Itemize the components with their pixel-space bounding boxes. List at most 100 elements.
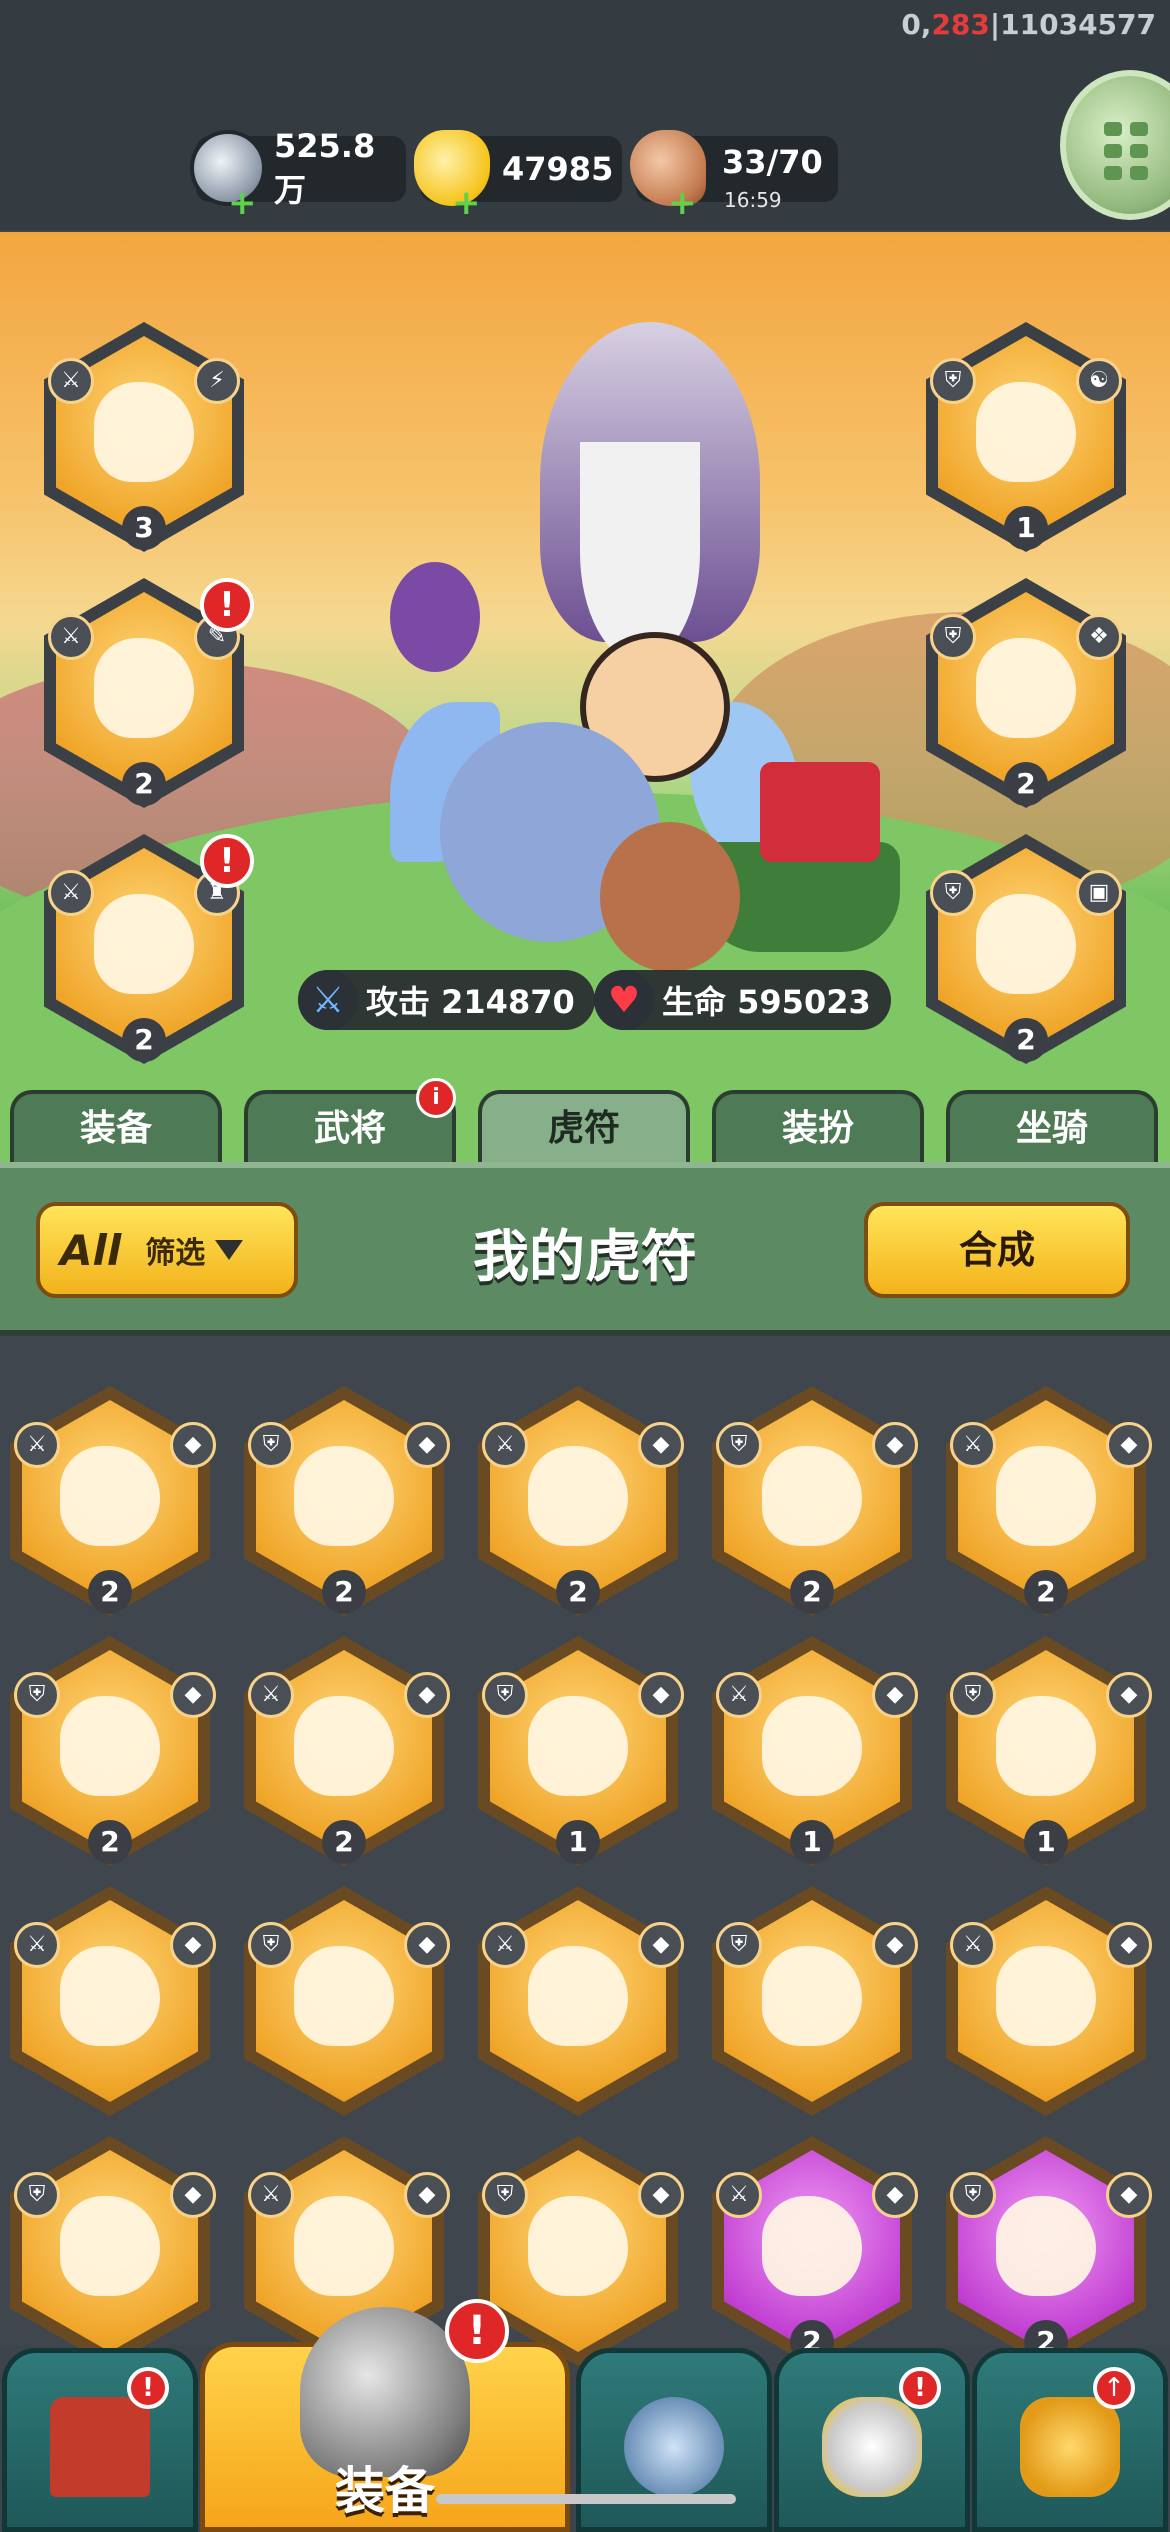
tally-item[interactable]: ⛨ ◆ 2 <box>10 1636 220 1876</box>
stamina-resource[interactable]: + 33/70 16:59 <box>630 130 838 220</box>
equipped-tally-slot[interactable]: ⛨ ❖ 2 <box>926 578 1126 808</box>
scroll-icon: ❖ <box>1076 614 1122 660</box>
home-indicator[interactable] <box>436 2494 736 2504</box>
hp-stat: ♥ 生命 595023 <box>594 970 891 1030</box>
shield-icon: ⛨ <box>14 1672 60 1718</box>
sword-icon: ⚔ <box>14 1422 60 1468</box>
nav-equipment-label: 装备 <box>335 2462 435 2520</box>
sword-icon: ⚔ <box>48 614 94 660</box>
beast-emblem-icon <box>762 1446 862 1546</box>
equipped-tally-slot[interactable]: ⛨ ▣ 2 <box>926 834 1126 1064</box>
tally-item[interactable]: ⛨ ◆ <box>244 1886 454 2126</box>
sword-icon: ⚔ <box>482 1922 528 1968</box>
tally-item[interactable]: ⛨ ◆ 2 <box>946 2136 1156 2376</box>
sword-icon: ⚔ <box>248 1672 294 1718</box>
shield-icon: ⛨ <box>716 1422 762 1468</box>
sword-icon: ⚔ <box>482 1422 528 1468</box>
tally-item[interactable]: ⛨ ◆ 1 <box>946 1636 1156 1876</box>
tally-item[interactable]: ⚔ ◆ <box>478 1886 688 2126</box>
alert-badge: ! <box>200 578 254 632</box>
tab-tiger-tally[interactable]: 虎符 <box>478 1090 690 1170</box>
filter-dropdown[interactable]: All 筛选 <box>36 1202 298 1298</box>
tab-outfit[interactable]: 装扮 <box>712 1090 924 1170</box>
tally-item[interactable]: ⚔ ◆ 2 <box>946 1386 1156 1626</box>
beast-emblem-icon <box>528 1696 628 1796</box>
gold-value: 47985 <box>502 150 614 188</box>
tab-mount[interactable]: 坐骑 <box>946 1090 1158 1170</box>
tally-level: 3 <box>122 506 166 550</box>
gem-icon: ◆ <box>872 1422 918 1468</box>
shield-icon: ⛨ <box>716 1922 762 1968</box>
tally-item[interactable]: ⛨ ◆ 2 <box>712 1386 922 1626</box>
tab-equipment[interactable]: 装备 <box>10 1090 222 1170</box>
gem-icon: ◆ <box>872 1672 918 1718</box>
tally-item[interactable]: ⚔ ◆ 1 <box>712 1636 922 1876</box>
tally-item[interactable]: ⚔ ◆ 2 <box>10 1386 220 1626</box>
tally-item[interactable]: ⛨ ◆ <box>478 2136 688 2376</box>
stamina-timer: 16:59 <box>724 188 782 212</box>
heart-icon: ♥ <box>594 970 654 1030</box>
gold-resource[interactable]: + 47985 <box>414 130 622 220</box>
hero-characters[interactable] <box>380 322 920 982</box>
upgrade-arrow-icon: ↑ <box>1093 2367 1135 2409</box>
equipped-tally-slot[interactable]: ⛨ ☯ 1 <box>926 322 1126 552</box>
tally-item[interactable]: ⚔ ◆ <box>10 1886 220 2126</box>
hero-scene: ⚔ ⚡ 3 ⚔ ✎ 2 ! ⚔ ♜ 2 ! ⛨ ☯ 1 ⛨ ❖ 2 ⛨ ▣ 2 <box>0 232 1170 1162</box>
grid-menu-button[interactable] <box>1060 70 1170 220</box>
beast-emblem-icon <box>996 1446 1096 1546</box>
panel-header: All 筛选 我的虎符 合成 <box>0 1162 1170 1336</box>
silver-resource[interactable]: + 525.8万 <box>190 127 406 220</box>
plus-icon[interactable]: + <box>452 186 481 220</box>
plus-icon[interactable]: + <box>668 186 697 220</box>
page-title: 我的虎符 <box>473 1225 697 1290</box>
tally-item[interactable]: ⛨ ◆ <box>712 1886 922 2126</box>
dragon-emblem-icon <box>94 638 194 738</box>
reindeer-pet <box>600 822 740 972</box>
beast-emblem-icon <box>528 2196 628 2296</box>
nav-events[interactable]: ! <box>774 2348 970 2532</box>
stamina-value: 33/70 <box>722 143 823 181</box>
filter-label: 筛选 <box>145 1236 206 1271</box>
tally-item[interactable]: ⚔ ◆ 2 <box>478 1386 688 1626</box>
alert-badge: ! <box>899 2367 941 2409</box>
bottom-nav: ! 装备 ! ! ↑ <box>0 2299 1170 2532</box>
tab-label: 武将 <box>313 1108 386 1149</box>
bomb-icon: ◆ <box>1106 1422 1152 1468</box>
tally-item[interactable]: ⚔ ◆ 2 <box>712 2136 922 2376</box>
tally-item[interactable]: ⚔ ◆ 2 <box>244 1636 454 1876</box>
sword-icon: ⚔ <box>14 1922 60 1968</box>
tally-level: 1 <box>790 1820 834 1864</box>
horn-stars-icon <box>822 2397 922 2497</box>
shield-icon: ⛨ <box>930 614 976 660</box>
tally-emblem-icon <box>94 382 194 482</box>
tally-item[interactable]: ⛨ ◆ 1 <box>478 1636 688 1876</box>
plus-icon[interactable]: + <box>228 186 257 220</box>
equipped-tally-slot[interactable]: ⚔ ✎ 2 ! <box>44 578 254 808</box>
info-badge: i <box>416 1078 456 1118</box>
orb-icon: ◆ <box>638 1422 684 1468</box>
tally-level: 2 <box>1004 762 1048 806</box>
category-tabs: 装备 武将 i 虎符 装扮 坐骑 <box>0 1078 1170 1170</box>
tally-level: 2 <box>556 1570 600 1614</box>
tally-item[interactable]: ⛨ ◆ 2 <box>244 1386 454 1626</box>
helmet-icon: ◆ <box>404 1672 450 1718</box>
nav-shop[interactable]: ! <box>2 2348 198 2532</box>
equipped-tally-slot[interactable]: ⚔ ⚡ 3 <box>44 322 244 552</box>
scroll-icon: ◆ <box>170 1922 216 1968</box>
weapon-icon: ⚡ <box>194 358 240 404</box>
equipped-tally-slot[interactable]: ⚔ ♜ 2 ! <box>44 834 254 1064</box>
nav-battle[interactable] <box>576 2348 772 2532</box>
gourd-item <box>390 562 480 672</box>
tab-generals[interactable]: 武将 i <box>244 1078 456 1170</box>
tally-level: 2 <box>1024 1570 1068 1614</box>
tally-item[interactable]: ⚔ ◆ <box>946 1886 1156 2126</box>
tally-item[interactable]: ⛨ ◆ <box>10 2136 220 2376</box>
merge-button[interactable]: 合成 <box>864 1202 1130 1298</box>
helmet-icon: ◆ <box>404 2172 450 2218</box>
tally-level: 2 <box>322 1820 366 1864</box>
alert-badge: ! <box>127 2367 169 2409</box>
beast-emblem-icon <box>996 1946 1096 2046</box>
nav-upgrade[interactable]: ↑ <box>972 2348 1168 2532</box>
dragon-emblem-icon <box>976 894 1076 994</box>
shield-icon: ⛨ <box>950 1672 996 1718</box>
